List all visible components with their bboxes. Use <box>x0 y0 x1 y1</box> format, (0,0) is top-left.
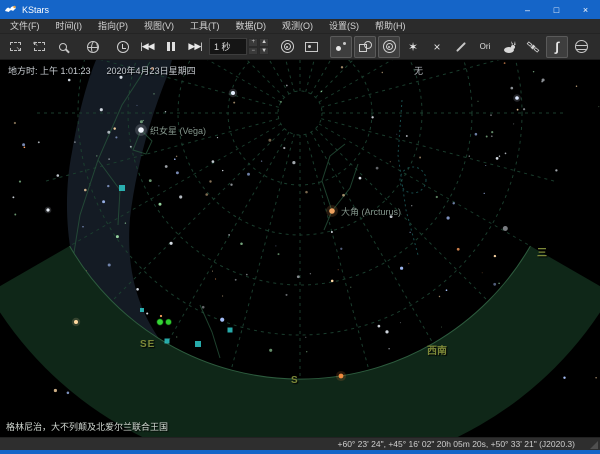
location-label: 格林尼治，大不列颠及北爱尔兰联合王国 <box>6 422 169 432</box>
find-object-button[interactable] <box>52 36 74 58</box>
crosshair-icon <box>280 40 294 53</box>
menu-view[interactable]: 视图(V) <box>136 19 182 34</box>
toggle-stars-button[interactable] <box>330 35 352 58</box>
compass-label-sw: 西南 <box>427 346 447 357</box>
time-step-input[interactable]: 1 秒 <box>209 38 248 55</box>
constellation-boundary-icon <box>456 41 466 52</box>
titlebar: KStars – □ × <box>0 0 600 19</box>
statusbar: +60° 23' 24", +45° 16' 02" 20h 05m 20s, … <box>0 437 600 450</box>
spin-plus-button[interactable]: + <box>248 38 259 47</box>
stars-icon <box>335 41 347 53</box>
menu-pointing[interactable]: 指向(P) <box>90 19 136 34</box>
main-toolbar: |◀◀ ▶▶| 1 秒 + − ▲ ▼ ✶ × Ori <box>0 34 600 60</box>
menu-observation[interactable]: 观测(O) <box>274 19 321 34</box>
search-icon <box>59 42 67 51</box>
time-step-spinner[interactable]: + − <box>248 38 259 55</box>
edge-label: 三 <box>537 248 547 259</box>
toggle-constellation-art-button[interactable] <box>498 36 520 58</box>
local-time-label: 地方时: 上午 1:01:23 <box>8 66 91 76</box>
hips-overlay-button[interactable] <box>570 36 592 58</box>
menu-tools[interactable]: 工具(T) <box>182 19 228 34</box>
satellite-icon <box>526 40 540 53</box>
constellation-art-rabbit-icon <box>504 40 516 53</box>
toggle-deepsky-button[interactable] <box>354 35 376 58</box>
deepsky-objects-icon <box>358 41 372 52</box>
menu-help[interactable]: 帮助(H) <box>367 19 414 34</box>
globe-icon <box>87 40 99 53</box>
skip-forward-icon: ▶▶| <box>188 41 202 51</box>
solar-system-icon <box>382 40 396 53</box>
maximize-button[interactable]: □ <box>542 0 571 19</box>
toggle-supernovae-button[interactable]: ✶ <box>402 36 424 58</box>
time-step-forward-button[interactable]: ▶▶| <box>184 36 206 58</box>
menu-file[interactable]: 文件(F) <box>2 19 48 34</box>
time-pause-button[interactable] <box>160 36 182 58</box>
toggle-constellation-lines-button[interactable]: × <box>426 36 448 58</box>
time-unit-spinner[interactable]: ▲ ▼ <box>259 38 269 55</box>
resize-grip-icon[interactable] <box>589 440 598 449</box>
time-step-back-button[interactable]: |◀◀ <box>136 36 158 58</box>
spin-down-button[interactable]: ▼ <box>259 46 269 55</box>
date-label: 2020年4月23日星期四 <box>106 66 196 76</box>
kstars-window: KStars – □ × 文件(F) 时间(I) 指向(P) 视图(V) 工具(… <box>0 0 600 454</box>
arcturus-star-label[interactable]: 大角 (Arcturus) <box>341 205 401 218</box>
zoom-in-view-button[interactable] <box>28 36 50 58</box>
milkyway-icon: ∫ <box>555 39 559 54</box>
spin-minus-button[interactable]: − <box>248 46 259 55</box>
zoom-out-view-icon <box>9 42 22 53</box>
kstars-app-icon <box>5 5 16 12</box>
skip-backward-icon: |◀◀ <box>140 41 154 51</box>
vega-star-label[interactable]: 织女星 (Vega) <box>150 124 206 137</box>
window-bottom-border <box>0 450 600 454</box>
toggle-constellation-names-button[interactable]: Ori <box>474 36 496 58</box>
constellation-lines-icon: × <box>433 39 441 54</box>
cursor-coordinates: +60° 23' 24", +45° 16' 02" 20h 05m 20s, … <box>337 439 576 449</box>
toggle-constellation-boundaries-button[interactable] <box>450 36 472 58</box>
sky-map[interactable]: 地方时: 上午 1:01:23 2020年4月23日星期四 无 织女星 (Veg… <box>0 60 600 437</box>
clock-icon <box>117 40 129 53</box>
close-button[interactable]: × <box>571 0 600 19</box>
sky-sphere-icon <box>574 40 588 53</box>
set-location-button[interactable] <box>82 36 104 58</box>
sky-canvas[interactable] <box>0 60 600 437</box>
focus-object-label: 无 <box>414 66 424 76</box>
menu-data[interactable]: 数据(D) <box>228 19 275 34</box>
spin-up-button[interactable]: ▲ <box>259 38 269 47</box>
supernova-icon: ✶ <box>407 39 419 54</box>
toggle-milkyway-button[interactable]: ∫ <box>546 35 568 58</box>
zoom-out-view-button[interactable] <box>4 36 26 58</box>
toggle-satellites-button[interactable] <box>522 36 544 58</box>
compass-label-s: S <box>291 375 299 386</box>
compass-label-se: SE <box>140 339 156 350</box>
center-telescope-button[interactable] <box>276 36 298 58</box>
pause-icon <box>167 42 175 51</box>
set-time-button[interactable] <box>112 36 134 58</box>
fits-viewer-button[interactable] <box>300 36 322 58</box>
time-overlay: 地方时: 上午 1:01:23 2020年4月23日星期四 <box>8 64 196 77</box>
minimize-button[interactable]: – <box>513 0 542 19</box>
window-title: KStars <box>22 4 50 15</box>
menu-time[interactable]: 时间(I) <box>48 19 91 34</box>
constellation-names-icon: Ori <box>479 42 491 51</box>
toggle-solar-system-button[interactable] <box>378 35 400 58</box>
zoom-in-view-icon <box>33 40 45 51</box>
menubar: 文件(F) 时间(I) 指向(P) 视图(V) 工具(T) 数据(D) 观测(O… <box>0 19 600 34</box>
menu-settings[interactable]: 设置(S) <box>321 19 367 34</box>
image-icon <box>304 41 318 52</box>
